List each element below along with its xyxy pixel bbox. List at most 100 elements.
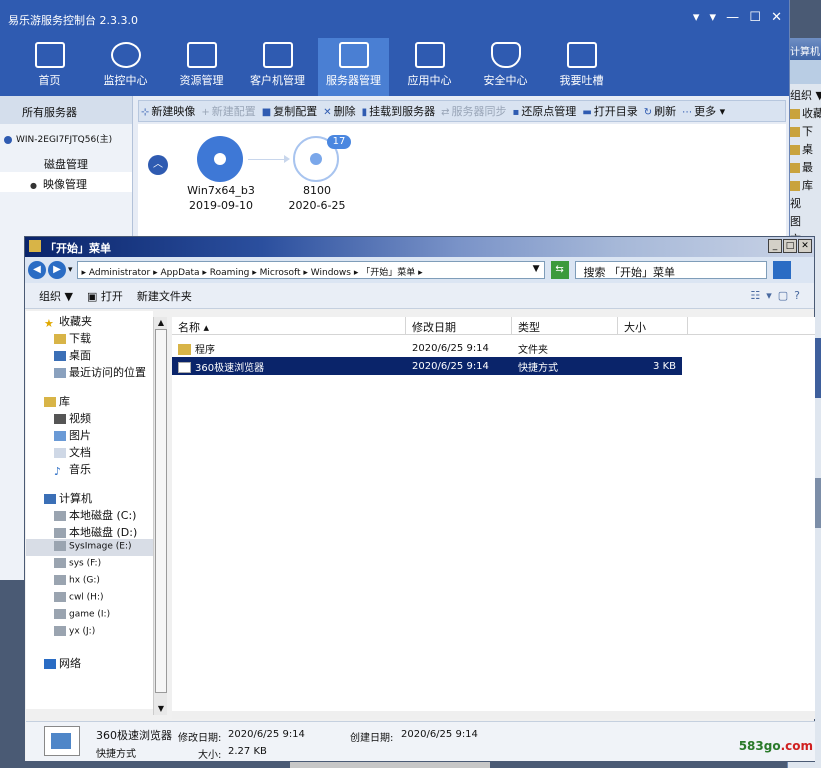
nav-server-management[interactable]: 服务器管理 bbox=[318, 38, 389, 96]
site-watermark: 583go.com bbox=[738, 739, 813, 753]
nav-item-videos[interactable]: 视频 bbox=[26, 408, 153, 425]
open-button[interactable]: ▣ 打开 bbox=[87, 288, 123, 304]
open-directory-button[interactable]: ▬ 打开目录 bbox=[582, 103, 637, 119]
nav-feedback[interactable]: 我要吐槽 bbox=[546, 38, 617, 96]
background-window-navbar bbox=[788, 60, 821, 84]
image-node-date: 2020-6-25 bbox=[288, 199, 346, 212]
copy-config-button[interactable]: ■ 复制配置 bbox=[262, 103, 317, 119]
nav-drive-e[interactable]: SysImage (E:) bbox=[26, 539, 153, 556]
nav-item-recent[interactable]: 最近访问的位置 bbox=[26, 362, 153, 379]
nav-item-desktop[interactable]: 桌面 bbox=[26, 345, 153, 362]
collapse-icon[interactable]: ︿ bbox=[148, 155, 168, 175]
nav-favorites[interactable]: ★ 收藏夹 bbox=[26, 311, 153, 330]
image-node-name: 8100 bbox=[303, 184, 331, 197]
file-row-selected[interactable]: 360极速浏览器 2020/6/25 9:14 快捷方式 3 KB bbox=[172, 357, 682, 375]
background-window-line: 视 bbox=[790, 197, 801, 210]
column-name[interactable]: 名称 ▴ bbox=[172, 317, 406, 334]
details-modified: 2020/6/25 9:14 bbox=[228, 729, 305, 740]
new-folder-button[interactable]: 新建文件夹 bbox=[137, 288, 192, 304]
file-row[interactable]: 程序 2020/6/25 9:14 文件夹 bbox=[172, 339, 815, 357]
nav-item-music[interactable]: ♪ 音乐 bbox=[26, 459, 153, 478]
details-type: 快捷方式 bbox=[96, 749, 136, 760]
scroll-up-icon[interactable]: ▲ bbox=[155, 317, 167, 329]
scroll-down-icon[interactable]: ▼ bbox=[155, 703, 167, 715]
console-window-controls[interactable]: ▾ ▾ — ☐ ✕ bbox=[693, 10, 785, 25]
delete-button[interactable]: ✕ 删除 bbox=[323, 103, 355, 119]
nav-drive-f[interactable]: sys (F:) bbox=[26, 556, 153, 573]
video-icon bbox=[54, 414, 66, 424]
scroll-thumb[interactable] bbox=[155, 329, 167, 693]
sidebar-item-image-management[interactable]: 映像管理 bbox=[0, 172, 132, 192]
nav-libraries[interactable]: 库 bbox=[26, 391, 153, 408]
forward-button[interactable]: ▶ bbox=[48, 261, 66, 279]
chevron-down-icon[interactable]: ▼ bbox=[533, 264, 540, 274]
version-badge: 17 bbox=[327, 135, 351, 149]
folder-icon bbox=[29, 240, 41, 252]
history-dropdown-icon[interactable]: ▾ bbox=[68, 265, 73, 275]
sidebar-server-item[interactable]: WIN-2EGI7FJTQ56(主) bbox=[0, 124, 132, 152]
nav-drive-i[interactable]: game (I:) bbox=[26, 607, 153, 624]
picture-icon bbox=[54, 431, 66, 441]
nav-drive-c[interactable]: 本地磁盘 (C:) bbox=[26, 505, 153, 522]
address-input[interactable]: ▸ Administrator ▸ AppData ▸ Roaming ▸ Mi… bbox=[76, 261, 545, 279]
downloads-icon bbox=[54, 334, 66, 344]
monitor-icon bbox=[262, 42, 293, 68]
background-window-line: 图 bbox=[790, 215, 801, 228]
mount-button[interactable]: ▮ 挂载到服务器 bbox=[362, 103, 436, 119]
folder-icon: ▬ bbox=[582, 107, 592, 118]
nav-home[interactable]: 首页 bbox=[14, 38, 85, 96]
nav-clients[interactable]: 客户机管理 bbox=[242, 38, 313, 96]
background-window-line: 最 bbox=[788, 156, 821, 174]
background-window-line: 桌 bbox=[788, 138, 821, 156]
close-button[interactable]: ✕ bbox=[798, 239, 812, 253]
music-icon: ♪ bbox=[54, 465, 62, 478]
recent-places-icon bbox=[54, 368, 66, 378]
file-list: 名称 ▴ 修改日期 类型 大小 程序 2020/6/25 9:14 文件夹 36… bbox=[172, 317, 815, 711]
shortcut-icon bbox=[178, 362, 191, 373]
nav-drive-j[interactable]: yx (J:) bbox=[26, 624, 153, 641]
nav-drive-h[interactable]: cwl (H:) bbox=[26, 590, 153, 607]
new-config-button[interactable]: + 新建配置 bbox=[201, 103, 255, 119]
column-size[interactable]: 大小 bbox=[618, 317, 688, 334]
column-type[interactable]: 类型 bbox=[512, 317, 618, 334]
nav-drive-d[interactable]: 本地磁盘 (D:) bbox=[26, 522, 153, 539]
command-bar: 组织 ▼ ▣ 打开 新建文件夹 ☷▾▢? bbox=[25, 283, 814, 309]
restore-point-button[interactable]: ▪ 还原点管理 bbox=[513, 103, 577, 119]
search-input[interactable]: 搜索 「开始」菜单 bbox=[574, 261, 767, 279]
organize-button[interactable]: 组织 ▼ bbox=[39, 288, 73, 304]
refresh-icon: ↻ bbox=[643, 107, 653, 118]
address-bar-row: ◀ ▶ ▾ ▸ Administrator ▸ AppData ▸ Roamin… bbox=[25, 257, 814, 283]
sidebar-header[interactable]: 所有服务器 bbox=[0, 96, 132, 124]
nav-drive-g[interactable]: hx (G:) bbox=[26, 573, 153, 590]
background-window-title: 计算机 bbox=[788, 38, 821, 60]
search-icon[interactable] bbox=[772, 261, 791, 279]
minimize-button[interactable]: _ bbox=[768, 239, 782, 253]
nav-item-documents[interactable]: 文档 bbox=[26, 442, 153, 459]
nav-monitor[interactable]: 监控中心 bbox=[90, 38, 161, 96]
details-modified-label: 修改日期: bbox=[178, 733, 222, 744]
nav-item-pictures[interactable]: 图片 bbox=[26, 425, 153, 442]
server-status-icon bbox=[4, 135, 12, 144]
sidebar-item-disk-management[interactable]: 磁盘管理 bbox=[0, 152, 132, 172]
nav-network[interactable]: 网络 bbox=[26, 653, 153, 670]
folder-icon bbox=[178, 344, 191, 355]
nav-security[interactable]: 安全中心 bbox=[470, 38, 541, 96]
new-image-button[interactable]: ⊹ 新建映像 bbox=[141, 103, 195, 119]
save-icon: ▪ bbox=[512, 107, 520, 118]
refresh-button[interactable]: ↻ 刷新 bbox=[644, 103, 676, 119]
refresh-icon[interactable]: ⇆ bbox=[550, 261, 569, 279]
nav-apps[interactable]: 应用中心 bbox=[394, 38, 465, 96]
nav-computer[interactable]: 计算机 bbox=[26, 488, 153, 505]
view-options-icon[interactable]: ☷▾▢? bbox=[750, 289, 806, 302]
file-list-hscroll[interactable] bbox=[172, 711, 815, 719]
sync-button[interactable]: ⇄ 服务器同步 bbox=[441, 103, 506, 119]
disc-icon[interactable] bbox=[197, 136, 243, 182]
back-button[interactable]: ◀ bbox=[28, 261, 46, 279]
explorer-title: 「开始」菜单 bbox=[45, 242, 111, 255]
nav-item-downloads[interactable]: 下载 bbox=[26, 328, 153, 345]
column-modified[interactable]: 修改日期 bbox=[406, 317, 512, 334]
nav-scrollbar[interactable]: ▲ ▼ bbox=[153, 317, 167, 715]
nav-resources[interactable]: 资源管理 bbox=[166, 38, 237, 96]
more-button[interactable]: ⋯ 更多 ▾ bbox=[682, 103, 725, 119]
maximize-button[interactable]: □ bbox=[783, 239, 797, 253]
